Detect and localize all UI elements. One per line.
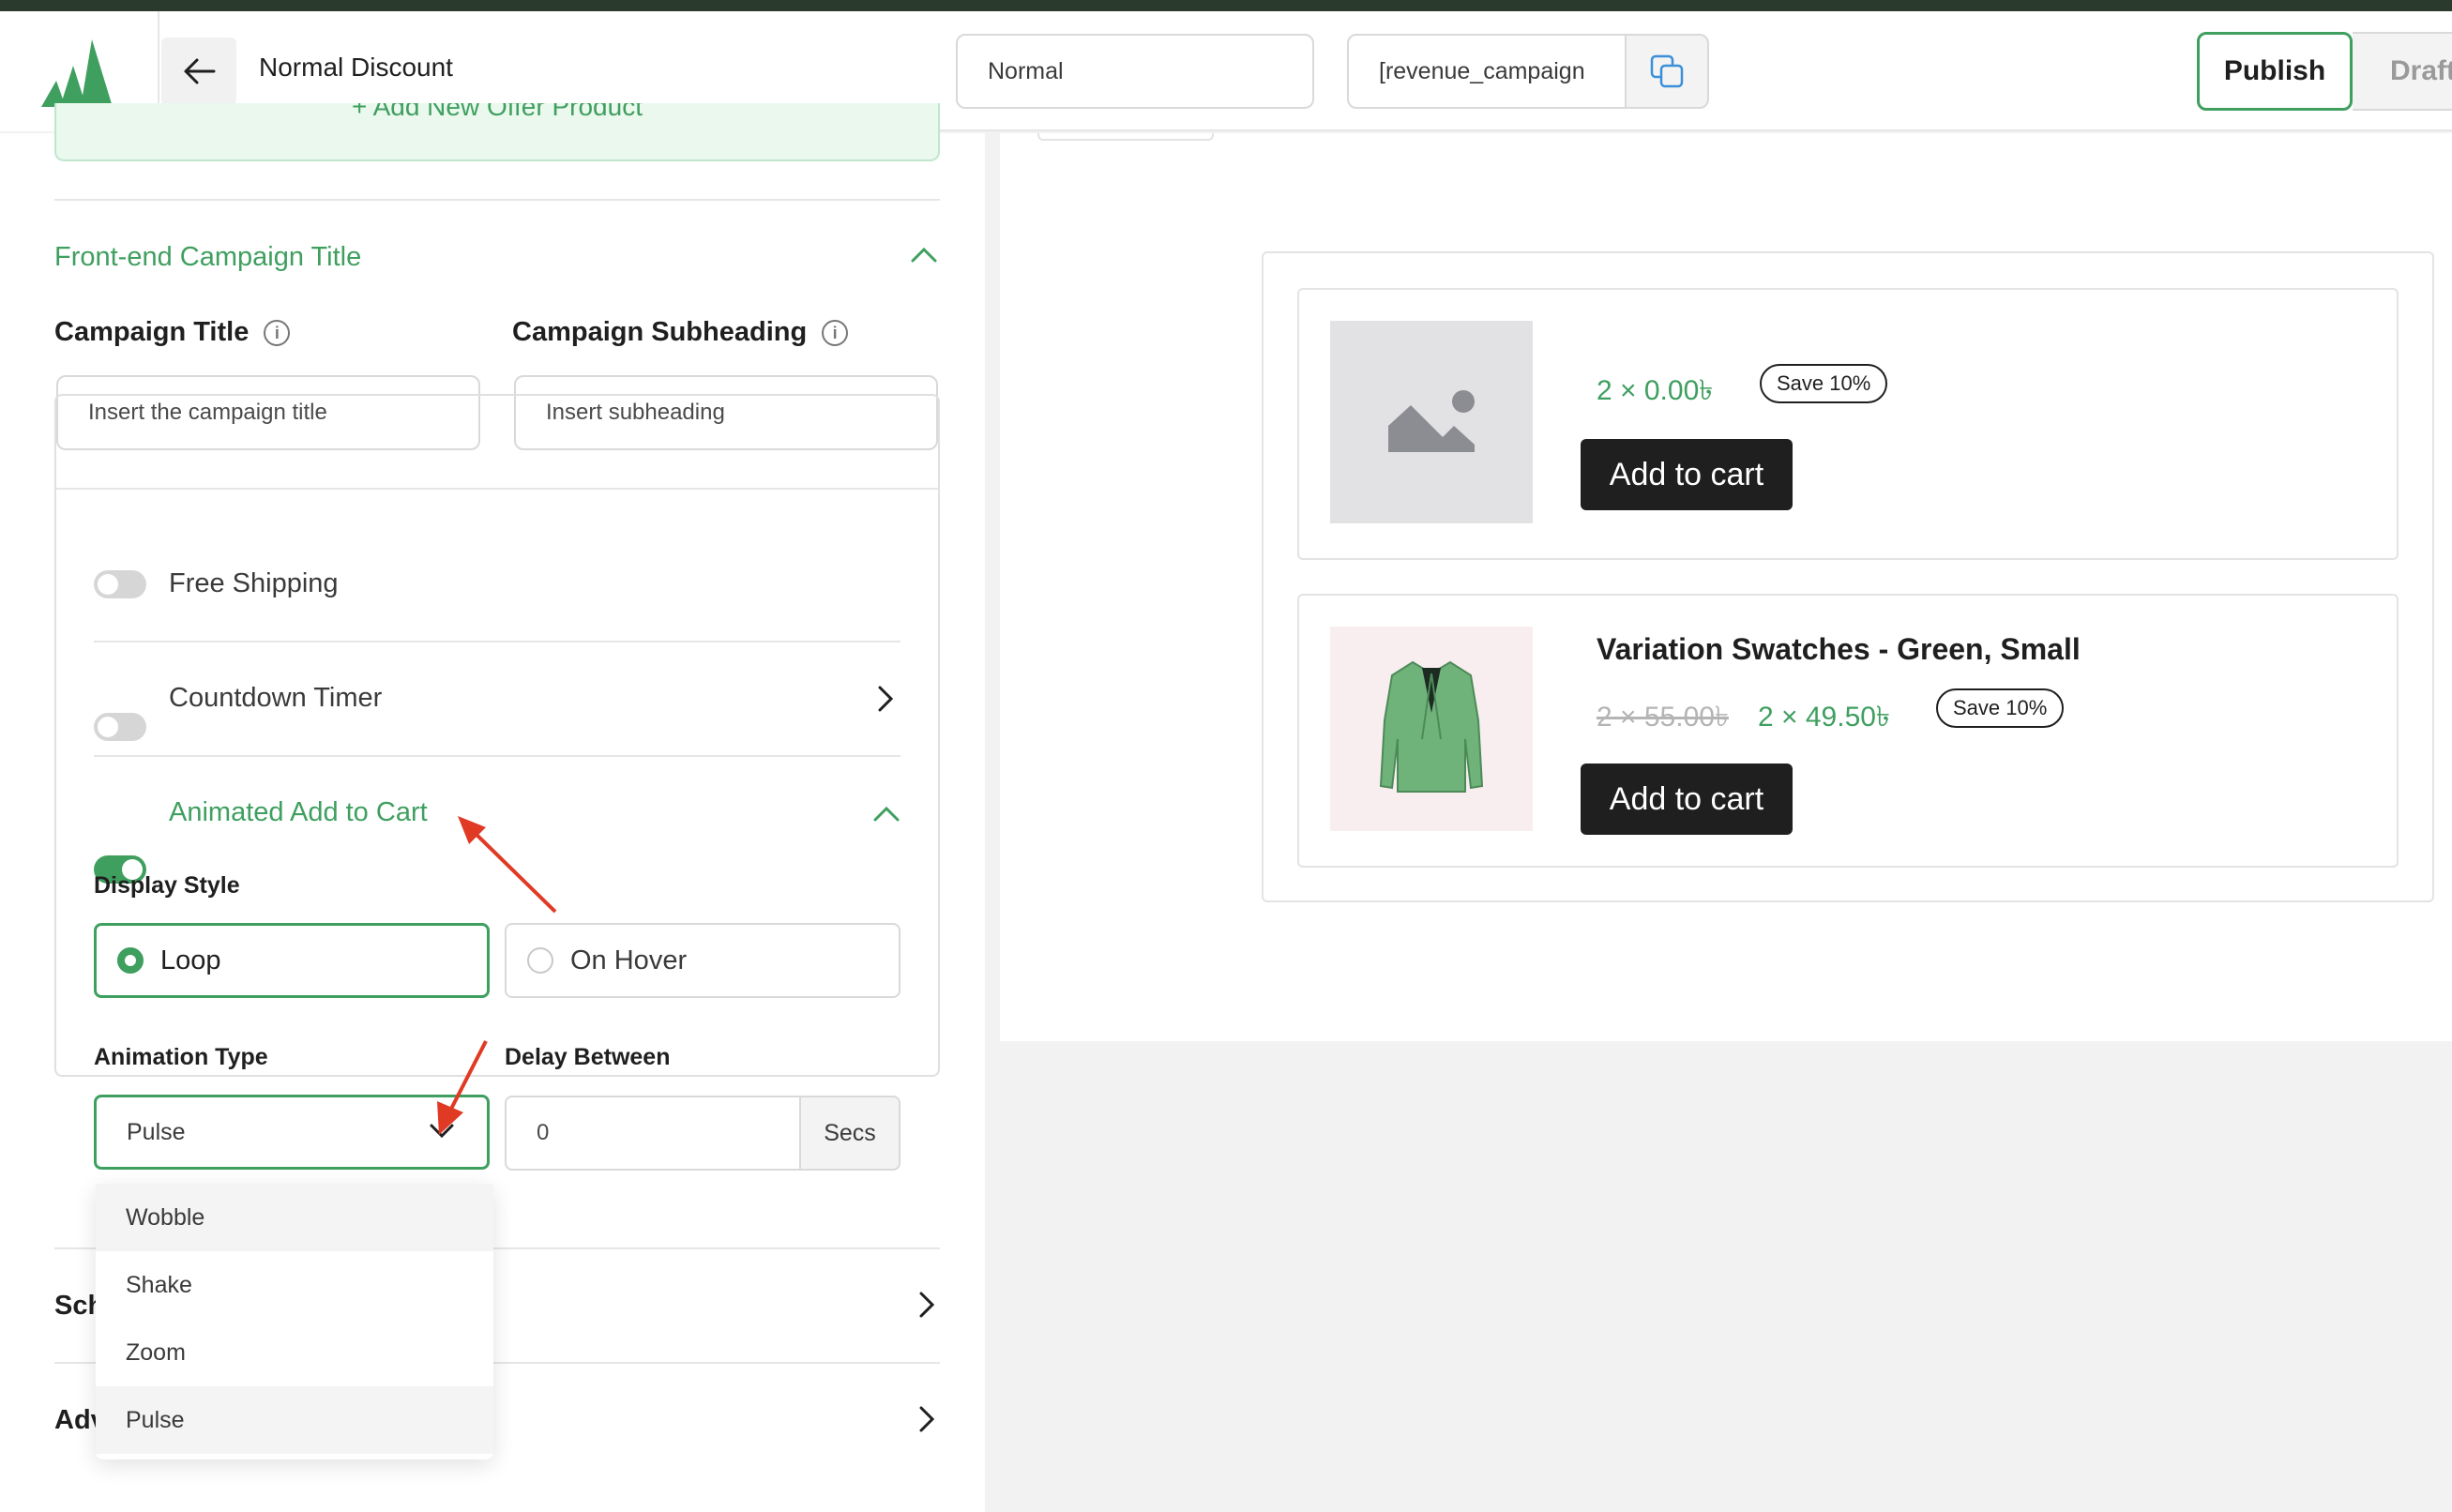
display-style-loop-option[interactable]: Loop: [94, 923, 490, 998]
campaign-subheading-label-row: Campaign Subheading i: [512, 317, 849, 348]
save-badge: Save 10%: [1936, 688, 2065, 728]
chevron-up-icon[interactable]: [910, 246, 938, 269]
campaign-title-label-row: Campaign Title i: [54, 317, 291, 348]
animation-type-value: Pulse: [127, 1118, 186, 1145]
radio-unselected-icon: [527, 947, 553, 974]
dropdown-option-pulse[interactable]: Pulse: [96, 1386, 493, 1454]
delay-unit-label: Secs: [799, 1096, 901, 1171]
product-image-jacket: [1330, 627, 1533, 831]
campaign-mode-field[interactable]: Normal: [956, 34, 1314, 109]
page-title: Normal Discount: [259, 53, 453, 82]
countdown-timer-label: Countdown Timer: [169, 683, 383, 713]
info-icon[interactable]: i: [822, 320, 849, 346]
jacket-image-icon: [1379, 660, 1484, 793]
product-price: 2 × 0.00৳: [1597, 375, 1714, 406]
free-shipping-toggle[interactable]: [94, 570, 146, 598]
back-button[interactable]: [161, 38, 236, 105]
countdown-timer-toggle[interactable]: [94, 713, 146, 741]
dropdown-option-wobble[interactable]: Wobble: [96, 1184, 493, 1251]
product-image-placeholder: [1330, 321, 1533, 523]
top-strip: [0, 0, 2452, 11]
add-to-cart-button[interactable]: Add to cart: [1581, 439, 1793, 510]
display-style-on-hover-option[interactable]: On Hover: [505, 923, 901, 998]
add-to-cart-button[interactable]: Add to cart: [1581, 764, 1793, 835]
radio-selected-icon: [117, 947, 144, 974]
campaign-title-label: Campaign Title: [54, 317, 250, 347]
dropdown-option-zoom[interactable]: Zoom: [96, 1319, 493, 1386]
delay-between-input[interactable]: 0: [505, 1096, 801, 1171]
product-old-price: 2 × 55.00৳: [1597, 702, 1729, 733]
campaign-subheading-label: Campaign Subheading: [512, 317, 808, 347]
publish-button[interactable]: Publish: [2197, 32, 2353, 111]
frontend-title-section-heading[interactable]: Front-end Campaign Title: [54, 242, 361, 273]
animation-type-dropdown: Wobble Shake Zoom Pulse: [96, 1184, 493, 1459]
divider: [94, 641, 901, 643]
loop-option-label: Loop: [160, 945, 221, 975]
copy-icon: [1650, 54, 1684, 88]
chevron-right-icon[interactable]: [917, 1405, 936, 1438]
product-name: Variation Swatches - Green, Small: [1597, 632, 2081, 666]
free-shipping-label: Free Shipping: [169, 568, 339, 598]
arrow-left-icon: [184, 58, 216, 84]
dropdown-option-shake[interactable]: Shake: [96, 1251, 493, 1319]
chevron-right-icon[interactable]: [917, 1291, 936, 1323]
add-new-offer-product-button[interactable]: + Add New Offer Product: [54, 103, 940, 161]
animation-type-label: Animation Type: [94, 1044, 268, 1070]
annotation-arrow-icon: [458, 816, 557, 914]
shortcode-field[interactable]: [revenue_campaign: [1347, 34, 1627, 109]
display-style-label: Display Style: [94, 872, 240, 899]
info-icon[interactable]: i: [264, 320, 291, 346]
chevron-up-icon[interactable]: [872, 805, 901, 828]
add-offer-label: + Add New Offer Product: [352, 103, 643, 121]
image-placeholder-icon: [1388, 390, 1475, 452]
save-badge: Save 10%: [1760, 364, 1888, 403]
annotation-arrow-icon: [437, 1040, 488, 1135]
draft-button[interactable]: Draft: [2353, 32, 2452, 111]
product-price: 2 × 49.50৳: [1758, 702, 1890, 733]
preview-tab-stub: [1037, 133, 1214, 141]
copy-shortcode-button[interactable]: [1625, 34, 1709, 109]
animated-add-to-cart-label: Animated Add to Cart: [169, 797, 428, 827]
delay-between-label: Delay Between: [505, 1044, 671, 1070]
chevron-right-icon[interactable]: [876, 685, 895, 718]
on-hover-option-label: On Hover: [570, 945, 688, 975]
divider: [54, 199, 940, 201]
divider: [94, 755, 901, 757]
